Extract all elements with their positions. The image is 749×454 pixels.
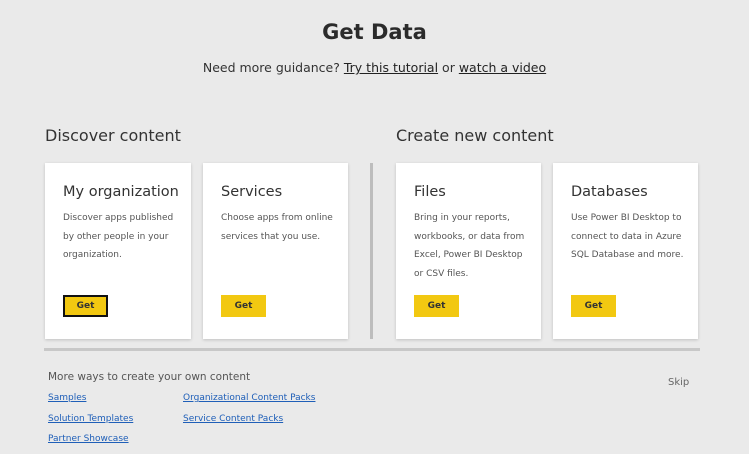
card-databases[interactable]: Databases Use Power BI Desktop to connec…: [553, 163, 698, 339]
create-content-heading: Create new content: [396, 126, 554, 145]
guidance-text: Need more guidance? Try this tutorial or…: [0, 60, 749, 75]
section-divider: [370, 163, 373, 339]
service-content-packs-link[interactable]: Service Content Packs: [183, 414, 283, 424]
guidance-prefix: Need more guidance?: [202, 60, 344, 75]
guidance-or: or: [438, 60, 459, 75]
organizational-content-packs-link[interactable]: Organizational Content Packs: [183, 393, 315, 403]
card-title: Services: [221, 184, 283, 200]
card-description: Discover apps published by other people …: [63, 213, 174, 260]
more-ways-heading: More ways to create your own content: [48, 371, 251, 383]
card-title: Databases: [571, 184, 648, 200]
card-title: My organization: [63, 184, 179, 200]
card-services[interactable]: Services Choose apps from online service…: [203, 163, 348, 339]
get-button-files[interactable]: Get: [414, 295, 459, 317]
card-description: Choose apps from online services that yo…: [221, 213, 333, 242]
page-title: Get Data: [322, 20, 427, 44]
tutorial-link[interactable]: Try this tutorial: [344, 60, 438, 75]
bottom-divider: [44, 348, 700, 351]
partner-showcase-link[interactable]: Partner Showcase: [48, 434, 129, 444]
card-description: Bring in your reports, workbooks, or dat…: [414, 213, 525, 279]
video-link[interactable]: watch a video: [459, 60, 546, 75]
get-button-my-organization[interactable]: Get: [63, 295, 108, 317]
discover-content-heading: Discover content: [45, 126, 181, 145]
card-my-organization[interactable]: My organization Discover apps published …: [45, 163, 191, 339]
get-button-databases[interactable]: Get: [571, 295, 616, 317]
get-button-services[interactable]: Get: [221, 295, 266, 317]
card-description: Use Power BI Desktop to connect to data …: [571, 213, 684, 260]
samples-link[interactable]: Samples: [48, 393, 86, 403]
solution-templates-link[interactable]: Solution Templates: [48, 414, 133, 424]
card-title: Files: [414, 184, 446, 200]
skip-button[interactable]: Skip: [668, 377, 689, 388]
card-files[interactable]: Files Bring in your reports, workbooks, …: [396, 163, 541, 339]
